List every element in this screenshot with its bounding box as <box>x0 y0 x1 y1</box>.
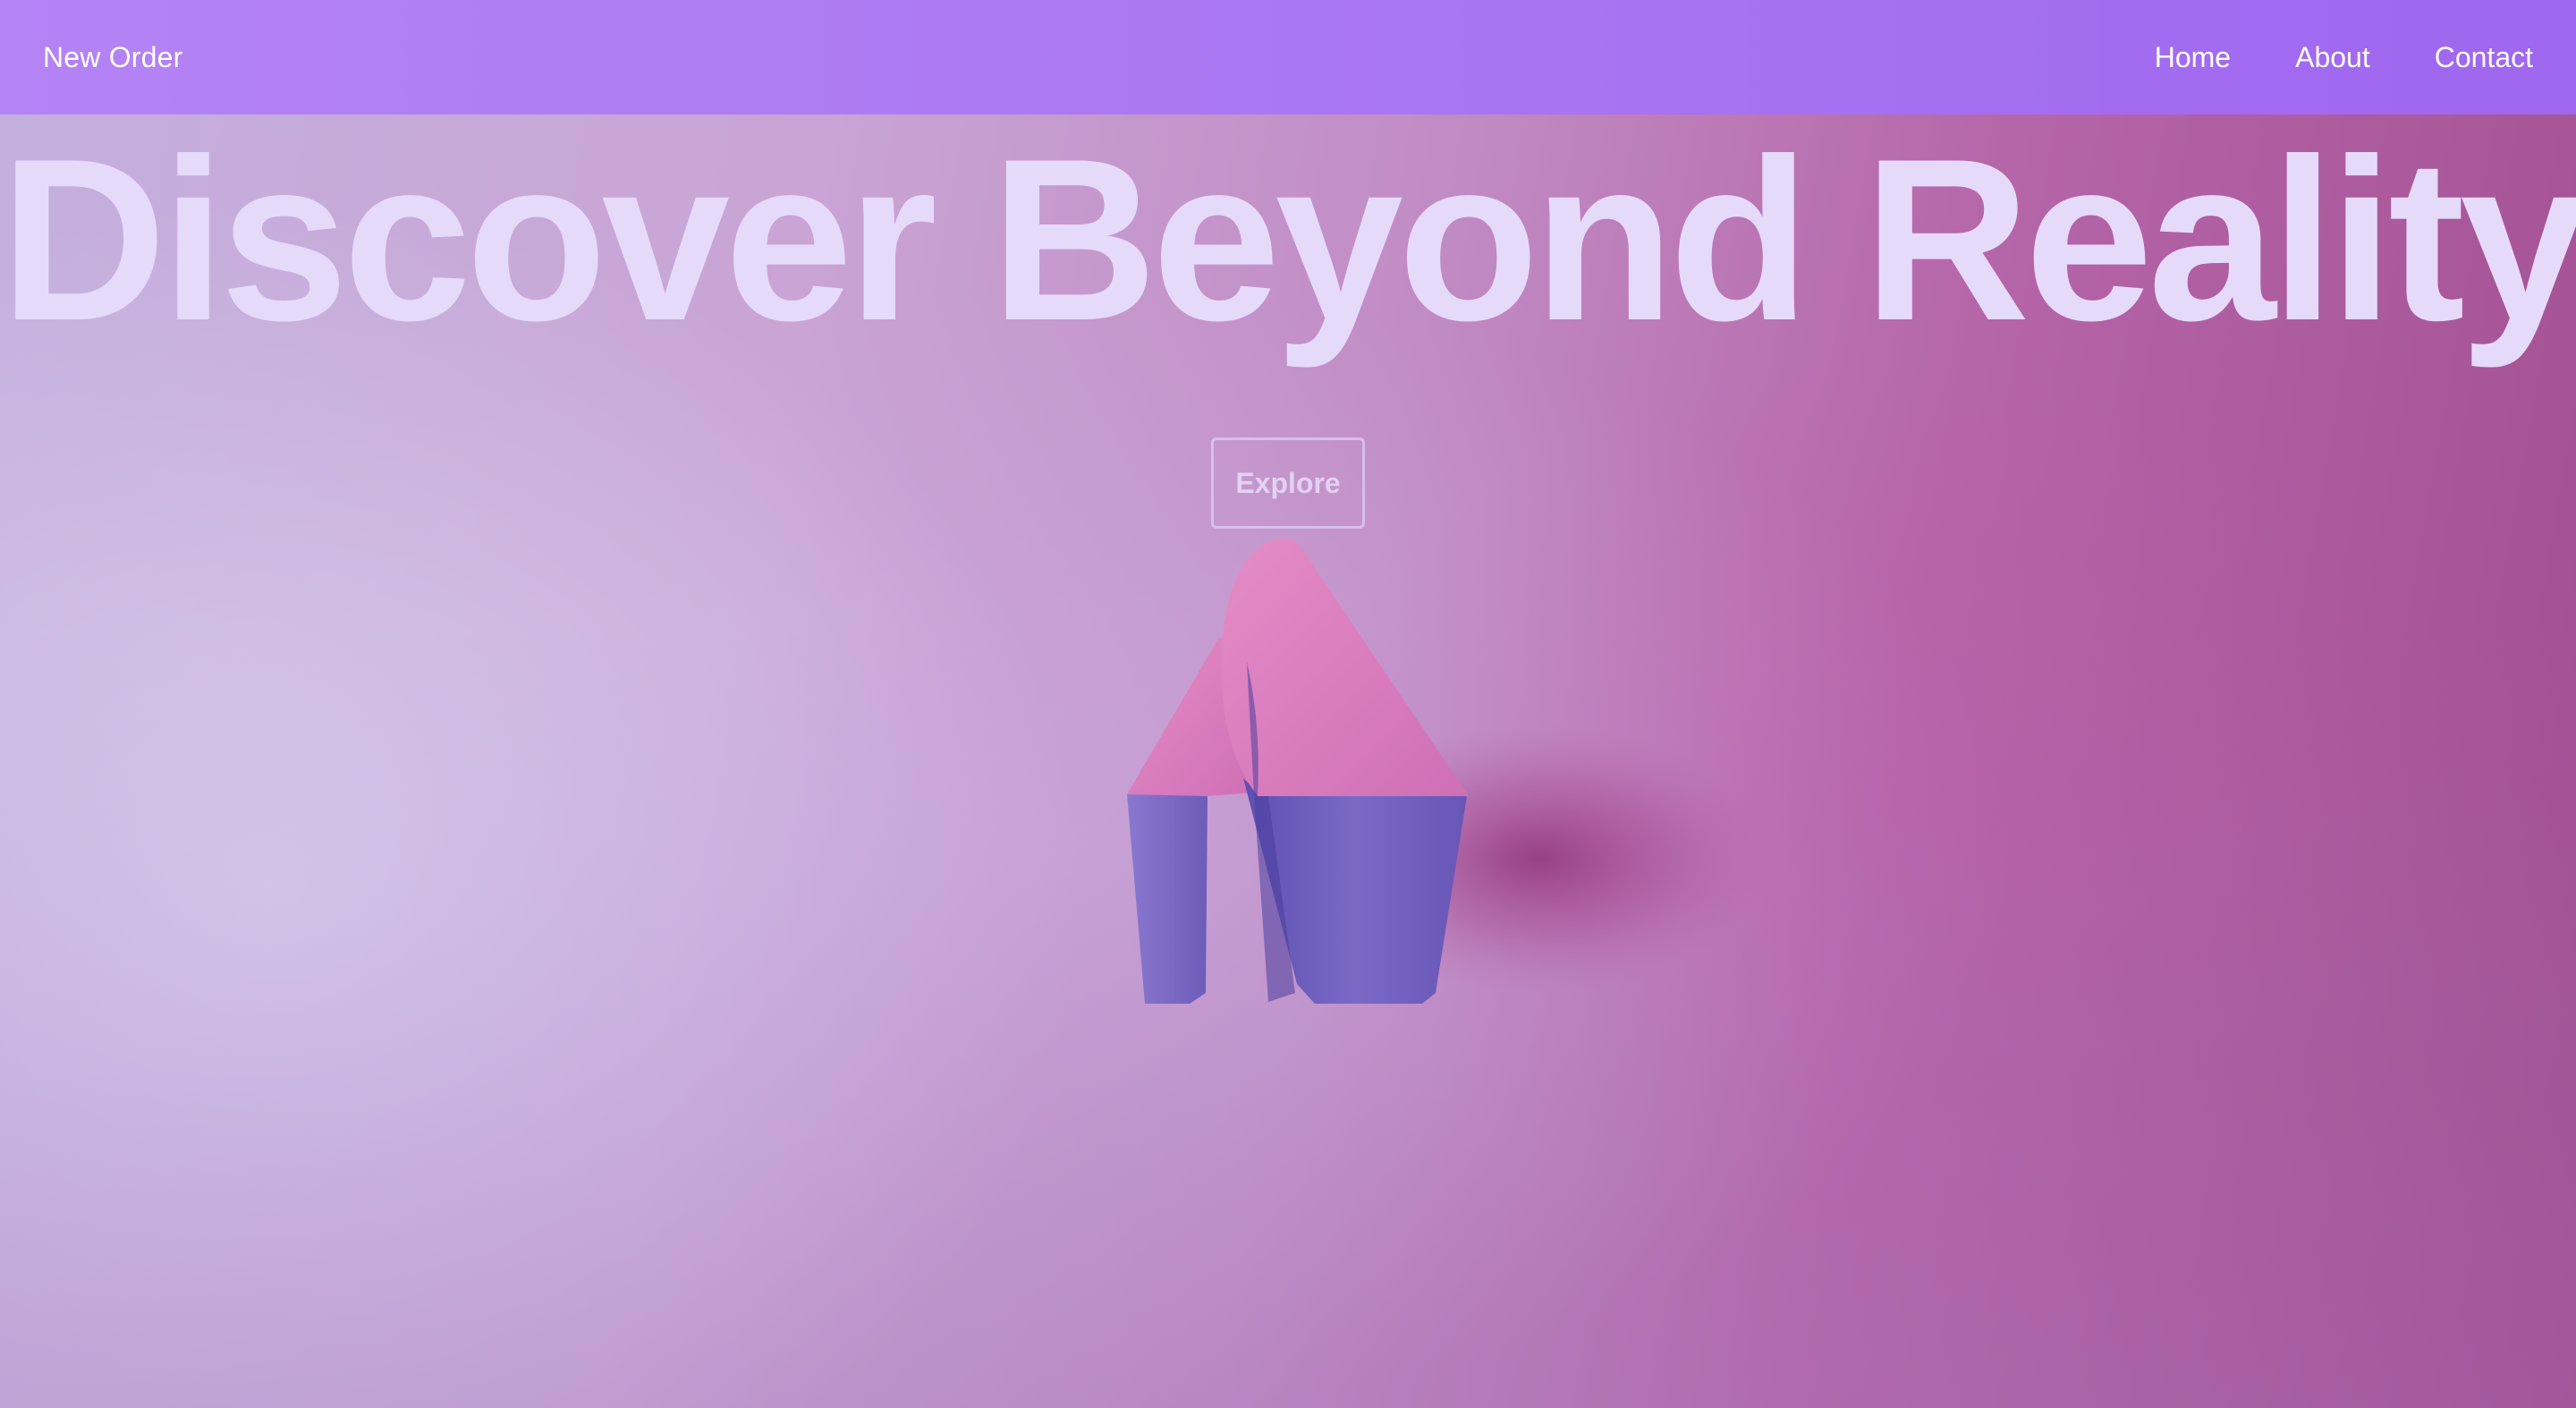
nav-link-contact[interactable]: Contact <box>2435 41 2533 74</box>
top-navbar: New Order Home About Contact <box>0 0 2576 115</box>
landing-page: New Order Home About Contact Discover Be… <box>0 0 2576 1408</box>
brand-logo-text[interactable]: New Order <box>43 41 183 74</box>
crystal-sculpture-icon <box>1127 538 1771 1004</box>
explore-button[interactable]: Explore <box>1211 437 1365 529</box>
hero-title: Discover Beyond Reality <box>0 110 2576 369</box>
nav-links: Home About Contact <box>2090 41 2533 74</box>
nav-link-home[interactable]: Home <box>2155 41 2231 74</box>
nav-link-about[interactable]: About <box>2295 41 2370 74</box>
